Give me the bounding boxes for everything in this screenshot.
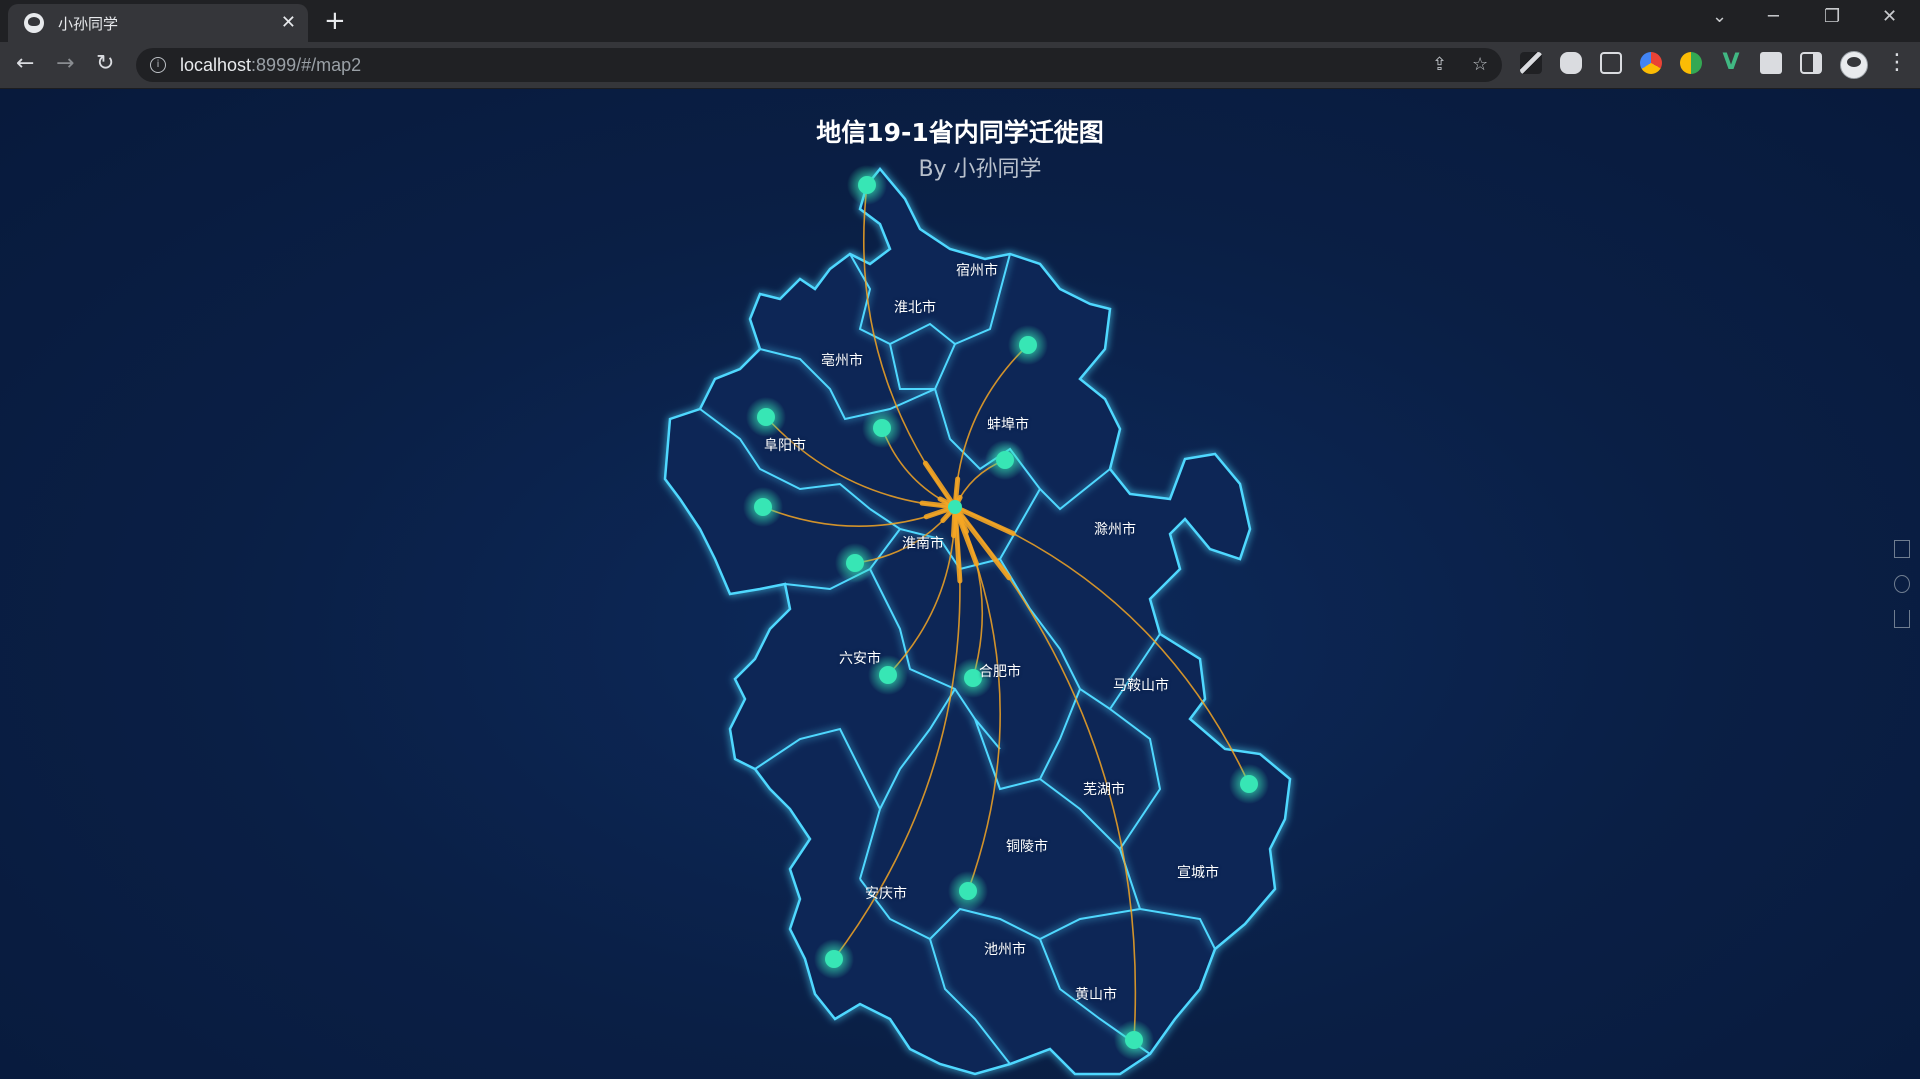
tab-favicon-icon	[24, 13, 44, 33]
glasses-extension-icon[interactable]	[1560, 52, 1582, 74]
reload-button[interactable]: ↻	[96, 50, 114, 78]
url-path: :8999/#/map2	[251, 54, 362, 75]
browser-menu-icon[interactable]: ⋮	[1886, 50, 1908, 75]
translate-extension-icon[interactable]	[1680, 52, 1702, 74]
destination-point[interactable]	[948, 500, 962, 514]
share-icon[interactable]: ⇪	[1432, 54, 1447, 75]
forward-button[interactable]: →	[56, 50, 74, 78]
city-label: 安庆市	[865, 886, 907, 902]
city-label: 池州市	[984, 942, 1026, 958]
vue-devtools-icon[interactable]: V	[1720, 52, 1742, 74]
city-label: 铜陵市	[1006, 839, 1048, 855]
origin-point[interactable]	[846, 554, 864, 572]
origin-point[interactable]	[754, 498, 772, 516]
origin-point[interactable]	[873, 419, 891, 437]
tab-strip: 小孙同学 ✕ + ⌄ ─ ❐ ✕	[0, 0, 1920, 42]
tab-search-icon[interactable]: ⌄	[1712, 6, 1727, 27]
minimize-button[interactable]: ─	[1768, 6, 1779, 27]
map-title: 地信19-1省内同学迁徙图	[816, 118, 1104, 147]
city-label: 宣城市	[1177, 865, 1219, 881]
city-label: 马鞍山市	[1113, 678, 1169, 694]
restore-button[interactable]: ❐	[1824, 6, 1840, 27]
origin-point[interactable]	[825, 950, 843, 968]
city-label: 淮北市	[894, 300, 936, 316]
data-view-icon[interactable]	[1894, 540, 1910, 558]
province-outline	[663, 167, 1292, 1076]
city-label: 合肥市	[979, 664, 1021, 680]
restore-icon[interactable]	[1894, 575, 1910, 593]
address-bar[interactable]: i localhost:8999/#/map2 ⇪ ☆	[136, 48, 1502, 82]
browser-tab[interactable]: 小孙同学 ✕	[8, 4, 308, 42]
profile-avatar[interactable]	[1840, 51, 1868, 79]
extensions-puzzle-icon[interactable]	[1760, 52, 1782, 74]
map-page: 地信19-1省内同学迁徙图 By 小孙同学 宿州市淮北市亳州市蚌埠市阜阳市淮南市…	[0, 89, 1920, 1079]
save-image-icon[interactable]	[1894, 610, 1910, 628]
city-label: 宿州市	[956, 263, 998, 279]
site-info-icon[interactable]: i	[150, 57, 166, 73]
url-host: localhost	[180, 54, 252, 75]
tab-title: 小孙同学	[58, 14, 119, 33]
reader-extension-icon[interactable]	[1600, 52, 1622, 74]
url-text[interactable]: localhost:8999/#/map2	[180, 55, 361, 76]
city-label: 黄山市	[1075, 987, 1117, 1003]
side-panel-icon[interactable]	[1800, 52, 1822, 74]
city-label: 滁州市	[1094, 522, 1136, 538]
pen-extension-icon[interactable]	[1520, 52, 1542, 74]
new-tab-button[interactable]: +	[324, 8, 346, 34]
city-label: 阜阳市	[764, 438, 806, 454]
province-boundaries	[663, 167, 1292, 1076]
map-subtitle: By 小孙同学	[918, 157, 1042, 182]
anhui-migration-map[interactable]	[0, 89, 1920, 1079]
city-label: 亳州市	[821, 353, 863, 369]
origin-point[interactable]	[1019, 336, 1037, 354]
origin-point[interactable]	[1240, 775, 1258, 793]
close-window-button[interactable]: ✕	[1882, 6, 1897, 27]
city-label: 六安市	[839, 651, 881, 667]
origin-point[interactable]	[1125, 1031, 1143, 1049]
city-label: 蚌埠市	[987, 417, 1029, 433]
back-button[interactable]: ←	[16, 50, 34, 78]
origin-point[interactable]	[959, 882, 977, 900]
tab-close-icon[interactable]: ✕	[281, 12, 296, 34]
origin-point[interactable]	[996, 451, 1014, 469]
city-label: 淮南市	[902, 536, 944, 552]
origin-point[interactable]	[879, 666, 897, 684]
browser-toolbar: ← → ↻ i localhost:8999/#/map2 ⇪ ☆	[0, 42, 1920, 89]
bookmark-star-icon[interactable]: ☆	[1472, 54, 1488, 75]
color-extension-icon[interactable]	[1640, 52, 1662, 74]
city-label: 芜湖市	[1083, 782, 1125, 798]
origin-point[interactable]	[757, 408, 775, 426]
